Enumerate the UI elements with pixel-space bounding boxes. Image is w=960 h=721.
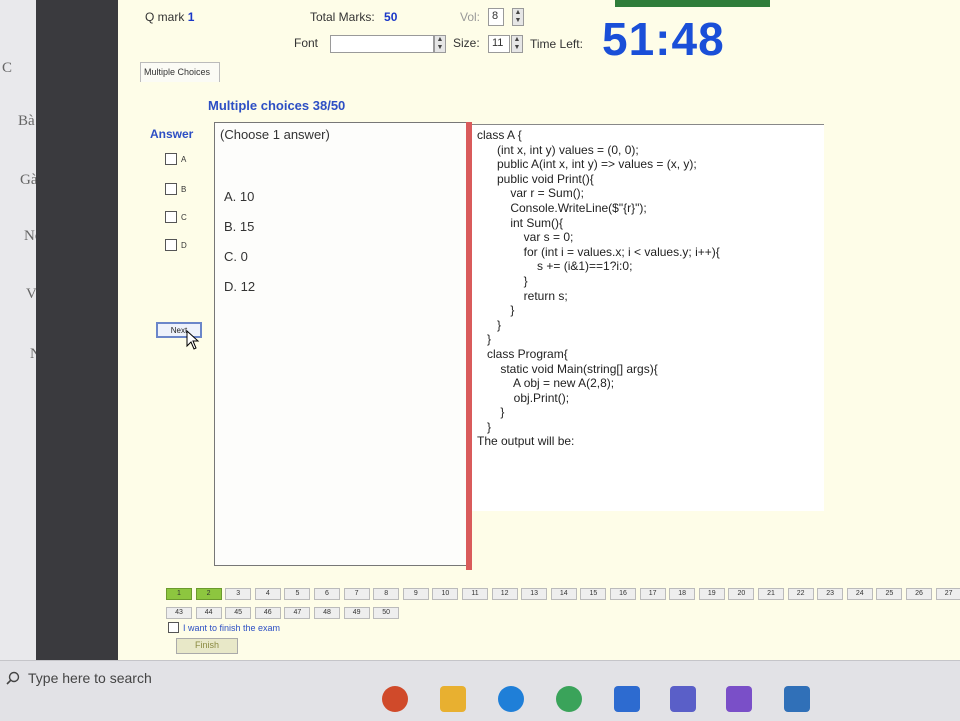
question-nav-button[interactable]: 11	[462, 588, 488, 600]
q-mark: Q mark 1	[145, 10, 195, 24]
total-marks: Total Marks: 50	[310, 10, 398, 24]
visual-studio-icon[interactable]	[726, 686, 752, 712]
question-nav-button[interactable]: 21	[758, 588, 784, 600]
question-nav-button[interactable]: 1	[166, 588, 192, 600]
question-nav-button[interactable]: 50	[373, 607, 400, 619]
question-nav-button[interactable]: 2	[195, 588, 222, 600]
edge-text: Gà	[20, 172, 38, 188]
question-nav-button[interactable]: 15	[580, 588, 607, 600]
finish-button[interactable]: Finish	[176, 638, 238, 654]
question-nav-button[interactable]: 48	[314, 607, 340, 619]
size-spinner[interactable]: ▲ ▼	[511, 35, 523, 53]
question-nav-button[interactable]: 46	[254, 607, 281, 619]
search-icon	[6, 671, 20, 685]
checkbox[interactable]	[165, 183, 177, 195]
answer-checkbox-a[interactable]: A	[165, 153, 186, 165]
question-nav-button[interactable]: 10	[432, 588, 459, 600]
remote-desktop-icon[interactable]	[784, 686, 810, 712]
size-field[interactable]: 11	[488, 35, 510, 53]
answer-checkbox-c[interactable]: C	[165, 211, 187, 223]
question-nav-button[interactable]: 22	[787, 588, 814, 600]
choose-instruction: (Choose 1 answer)	[220, 127, 330, 142]
mouse-cursor-icon	[186, 330, 200, 350]
question-nav-button[interactable]: 47	[284, 607, 311, 619]
question-nav-button[interactable]: 25	[876, 588, 903, 600]
option-c: C. 0	[224, 249, 248, 264]
question-nav-button[interactable]: 23	[817, 588, 844, 600]
question-code: class A { (int x, int y) values = (0, 0)…	[477, 128, 720, 449]
question-nav-button[interactable]: 6	[314, 588, 340, 600]
tab-multiple-choices[interactable]: Multiple Choices	[140, 62, 220, 82]
taskbar-search[interactable]: Type here to search	[6, 670, 152, 686]
font-label: Font	[294, 36, 319, 50]
question-nav-button[interactable]: 49	[343, 607, 370, 619]
finish-confirm[interactable]: I want to finish the exam	[168, 622, 280, 633]
option-b: B. 15	[224, 219, 255, 234]
teams-icon[interactable]	[670, 686, 696, 712]
time-left-label: Time Left:	[530, 37, 583, 51]
app-icon[interactable]	[382, 686, 408, 712]
answer-label: Answer	[150, 127, 194, 141]
question-nav-button[interactable]: 12	[491, 588, 518, 600]
question-nav-button[interactable]: 4	[254, 588, 281, 600]
question-nav-button[interactable]: 26	[906, 588, 932, 600]
checkbox[interactable]	[165, 153, 177, 165]
option-d: D. 12	[224, 279, 256, 294]
question-nav-button[interactable]: 14	[550, 588, 577, 600]
folder-icon[interactable]	[440, 686, 466, 712]
question-nav-button[interactable]: 27	[935, 588, 960, 600]
question-title: Multiple choices 38/50	[208, 98, 346, 113]
size-label: Size:	[453, 36, 480, 50]
question-nav-button[interactable]: 13	[521, 588, 548, 600]
font-spinner[interactable]: ▲ ▼	[434, 35, 446, 53]
question-nav-button[interactable]: 44	[195, 607, 222, 619]
question-nav-button[interactable]: 5	[284, 588, 311, 600]
question-nav-button[interactable]: 45	[225, 607, 252, 619]
cube-app-icon[interactable]	[614, 686, 640, 712]
question-nav-button[interactable]: 19	[698, 588, 725, 600]
question-nav-button[interactable]: 16	[610, 588, 636, 600]
app-icon[interactable]	[556, 686, 582, 712]
question-nav-button[interactable]: 7	[343, 588, 370, 600]
checkbox[interactable]	[165, 239, 177, 251]
background-window: C Bà Gà Nọ Vi Nọ	[0, 0, 48, 660]
question-nav-button[interactable]: 18	[669, 588, 696, 600]
question-nav-button[interactable]: 43	[166, 607, 192, 619]
vol-field[interactable]: 8	[488, 8, 504, 26]
question-nav-button[interactable]: 17	[639, 588, 666, 600]
vol-spinner[interactable]: ▲ ▼	[512, 8, 524, 26]
option-a: A. 10	[224, 189, 255, 204]
edge-text: Bà	[18, 113, 35, 129]
progress-strip	[615, 0, 770, 7]
question-nav-button[interactable]: 3	[225, 588, 252, 600]
vol-label: Vol:	[460, 10, 481, 24]
question-nav-button[interactable]: 8	[373, 588, 400, 600]
answer-checkbox-b[interactable]: B	[165, 183, 186, 195]
question-nav-button[interactable]: 9	[402, 588, 429, 600]
answer-checkbox-d[interactable]: D	[165, 239, 187, 251]
checkbox[interactable]	[165, 211, 177, 223]
question-nav-button[interactable]: 20	[728, 588, 755, 600]
font-select[interactable]	[330, 35, 434, 53]
countdown-timer: 51:48	[602, 13, 725, 65]
question-nav-button[interactable]: 24	[846, 588, 873, 600]
edge-browser-icon[interactable]	[498, 686, 524, 712]
finish-checkbox[interactable]	[168, 622, 179, 633]
edge-text: C	[2, 60, 13, 76]
